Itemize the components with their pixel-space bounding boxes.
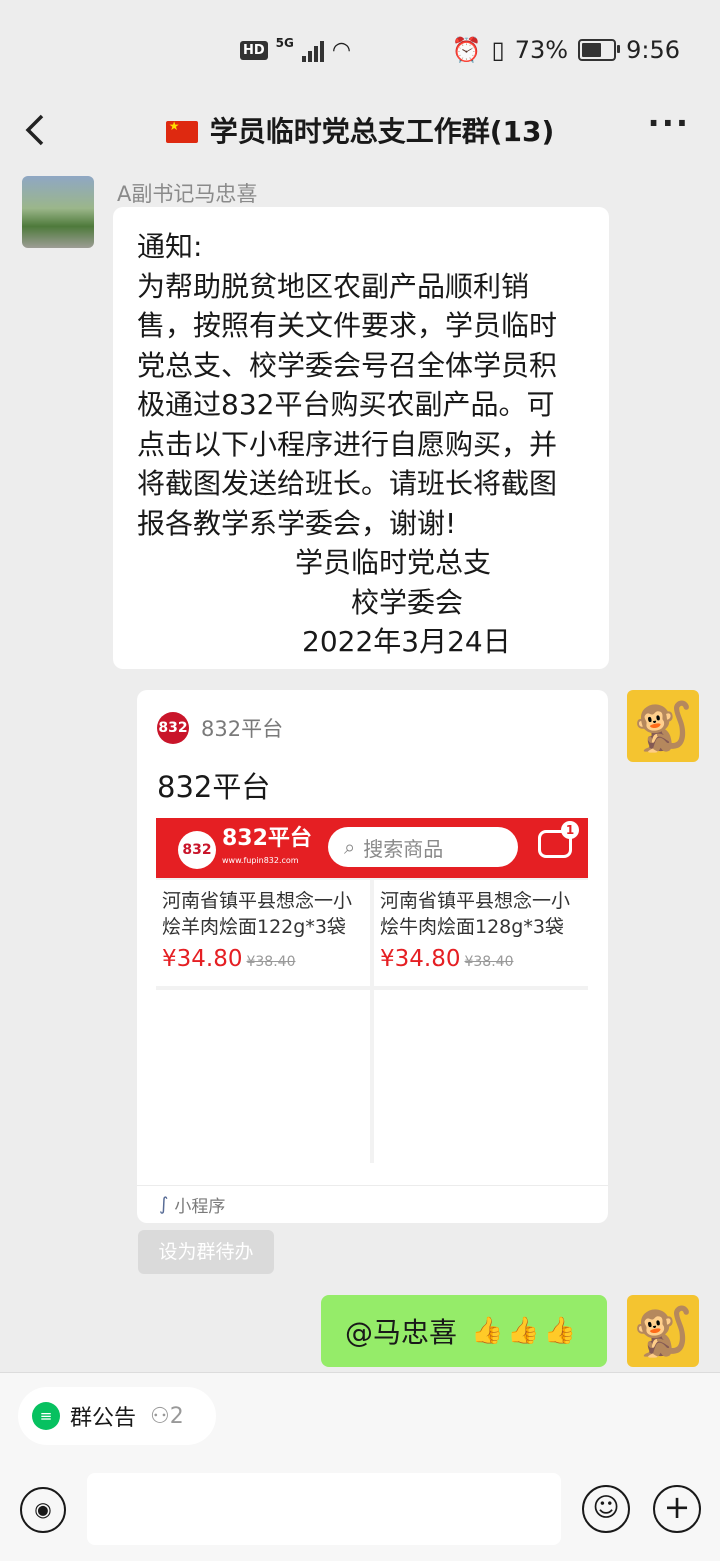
notice-line: 报各教学系学委会，谢谢! [137, 506, 457, 540]
battery-percent: 73% [514, 36, 569, 64]
notice-line: 极通过832平台购买农副产品。可 [137, 388, 555, 421]
network-type: 5G [275, 35, 294, 50]
product-card: 河南省镇平县想念一小烩羊肉烩面122g*3袋 ¥34.80 ¥38.40 [156, 880, 370, 986]
more-dots-icon: ··· [647, 104, 690, 142]
smile-icon: ☺ [592, 1493, 620, 1523]
more-actions-button[interactable]: + [653, 1485, 701, 1533]
monkey-icon: 🐒 [633, 698, 693, 755]
product-price-row: ¥34.80 ¥38.40 [162, 946, 364, 972]
notice-line: 售，按照有关文件要求，学员临时 [137, 309, 558, 342]
notice-count: ⚇2 [150, 1404, 184, 1429]
chat-title: 学员临时党总支工作群(13) [0, 110, 720, 150]
preview-topbar: 832 832平台 www.fupin832.com ⌕ 搜索商品 1 [156, 818, 588, 878]
sender-avatar[interactable] [22, 176, 94, 248]
preview-search-placeholder: 搜索商品 [363, 836, 444, 861]
notice-icon: ≡ [32, 1402, 60, 1430]
signal-icon [301, 40, 324, 62]
my-avatar[interactable]: 🐒 [627, 690, 699, 762]
product-price-row: ¥34.80 ¥38.40 [380, 946, 582, 972]
alarm-icon: ⏰ [451, 36, 482, 64]
group-notice-chip[interactable]: ≡ 群公告 ⚇2 [18, 1387, 216, 1445]
mini-program-icon: ∫ [159, 1194, 169, 1215]
person-icon: ⚇ [150, 1403, 170, 1429]
clock: 9:56 [626, 36, 680, 64]
empty-product-tile [374, 990, 588, 1163]
notice-line: 党总支、校学委会号召全体学员积 [137, 348, 558, 382]
preview-brand: 832 832平台 www.fupin832.com [178, 828, 312, 872]
more-button[interactable]: ··· [648, 104, 690, 142]
signature-date: 2022年3月24日 [302, 625, 511, 658]
mini-program-title: 832平台 [157, 770, 271, 804]
product-name: 河南省镇平县想念一小烩牛肉烩面128g*3袋 [380, 890, 571, 938]
notice-message-bubble[interactable]: 通知: 为帮助脱贫地区农副产品顺利销 售，按照有关文件要求，学员临时 党总支、校… [113, 207, 609, 669]
preview-brand-text: 832平台 www.fupin832.com [222, 828, 312, 872]
message-badge: 1 [561, 821, 579, 839]
mini-program-header: 832 832平台 [157, 712, 283, 744]
product-original-price: ¥38.40 [464, 954, 514, 970]
product-price: ¥34.80 [162, 946, 243, 972]
voice-icon: ◉ [34, 1497, 52, 1521]
voice-button[interactable]: ◉ [20, 1487, 66, 1533]
notice-line: 为帮助脱贫地区农副产品顺利销 [137, 269, 530, 303]
product-card: 河南省镇平县想念一小烩牛肉烩面128g*3袋 ¥34.80 ¥38.40 [374, 880, 588, 986]
hd-badge: HD [240, 41, 268, 60]
search-icon: ⌕ [344, 835, 356, 859]
product-name: 河南省镇平县想念一小烩羊肉烩面122g*3袋 [162, 890, 353, 938]
plus-icon: + [663, 1488, 691, 1526]
mini-program-source: 832平台 [201, 717, 284, 741]
status-left: HD 5G ◠ [240, 35, 352, 63]
empty-product-tile [156, 990, 370, 1163]
thumbs-up-icon: 👍👍👍 [471, 1316, 581, 1346]
my-message-text: @马忠喜 [345, 1316, 458, 1349]
my-avatar[interactable]: 🐒 [627, 1295, 699, 1367]
signature-org: 学员临时党总支 [295, 546, 492, 579]
notice-line: 点击以下小程序进行自愿购买，并 [137, 427, 558, 461]
group-notice-label: 群公告 [70, 1406, 137, 1431]
product-original-price: ¥38.40 [246, 954, 296, 970]
notice-count-value: 2 [169, 1403, 184, 1429]
status-bar: HD 5G ◠ ⏰ ▯ 73% 9:56 [0, 0, 720, 100]
wifi-icon: ◠ [331, 38, 352, 63]
mini-program-card[interactable]: 832 832平台 832平台 832 832平台 www.fupin832.c… [137, 690, 608, 1223]
my-message-bubble[interactable]: @马忠喜 👍👍👍 [321, 1295, 607, 1367]
sender-name: A副书记马忠喜 [117, 182, 258, 206]
mini-program-footer-label: 小程序 [174, 1197, 226, 1217]
preview-brand-url: www.fupin832.com [222, 856, 299, 865]
emoji-button[interactable]: ☺ [582, 1485, 630, 1533]
signature-committee: 校学委会 [351, 585, 464, 619]
mini-program-preview: 832 832平台 www.fupin832.com ⌕ 搜索商品 1 河南省镇… [156, 818, 588, 1163]
product-price: ¥34.80 [380, 946, 461, 972]
preview-brand-name: 832平台 [222, 826, 312, 851]
preview-search: ⌕ 搜索商品 [328, 827, 518, 867]
mini-program-footer: ∫ 小程序 [137, 1185, 608, 1223]
notice-line: 将截图发送给班长。请班长将截图 [137, 467, 558, 500]
message-icon: 1 [538, 821, 579, 858]
battery-fill [582, 43, 602, 57]
monkey-icon: 🐒 [633, 1303, 693, 1360]
notice-line: 通知: [137, 230, 203, 263]
832-logo-icon: 832 [178, 831, 216, 869]
set-group-todo-button[interactable]: 设为群待办 [138, 1230, 274, 1274]
message-input[interactable] [87, 1473, 561, 1545]
china-flag-icon [165, 119, 198, 143]
battery-icon [578, 39, 621, 61]
status-right: ⏰ ▯ 73% 9:56 [452, 36, 680, 64]
bottom-input-area: ≡ 群公告 ⚇2 ◉ ☺ + [0, 1372, 720, 1561]
vibrate-icon: ▯ [491, 36, 505, 64]
chat-title-text: 学员临时党总支工作群(13) [209, 115, 555, 148]
chat-header: 学员临时党总支工作群(13) ··· [0, 100, 720, 170]
832-logo-icon: 832 [157, 712, 189, 744]
